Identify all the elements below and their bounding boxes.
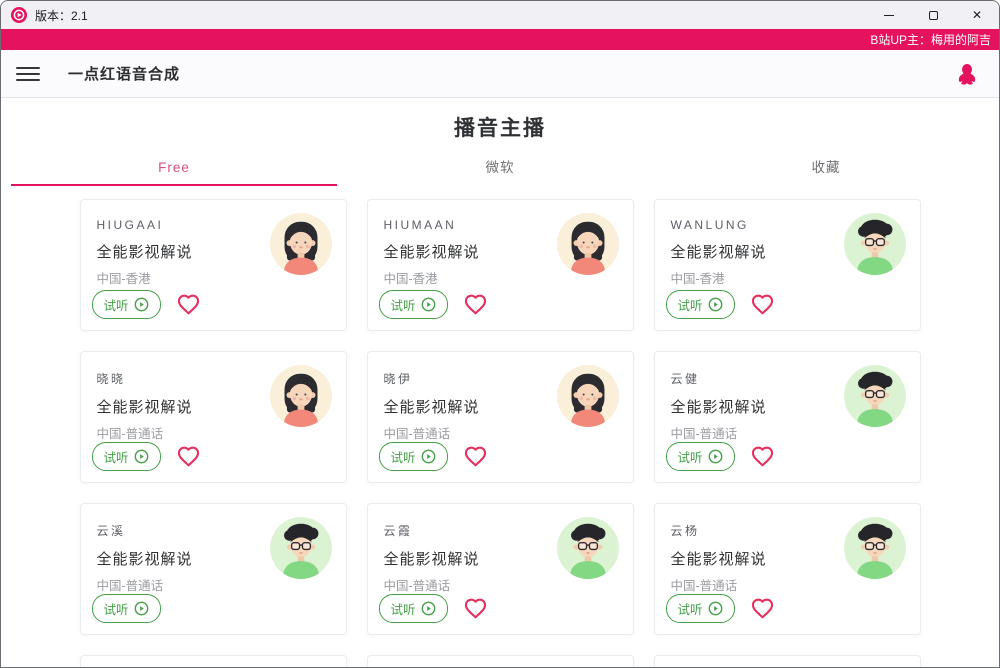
voice-card-8: 云杨 全能影视解说 中国-普通话 试听 bbox=[653, 503, 921, 635]
card-actions: 试听 bbox=[378, 442, 487, 471]
active-tab-underline bbox=[11, 183, 337, 186]
male-avatar bbox=[269, 517, 332, 579]
male-avatar bbox=[843, 213, 906, 275]
listen-button-label: 试听 bbox=[103, 299, 129, 313]
female-avatar bbox=[556, 365, 619, 427]
female-avatar bbox=[269, 213, 332, 275]
listen-button-label: 试听 bbox=[103, 451, 129, 465]
version-label: 版本：2.1 bbox=[35, 8, 88, 23]
menu-icon[interactable] bbox=[16, 66, 40, 81]
favorite-heart-icon[interactable] bbox=[751, 294, 774, 315]
listen-button[interactable]: 试听 bbox=[91, 290, 161, 319]
listen-button[interactable]: 试听 bbox=[665, 594, 735, 623]
voice-card-4: 晓伊 全能影视解说 中国-普通话 试听 bbox=[366, 351, 634, 483]
voice-card-grid-next-row bbox=[79, 655, 921, 667]
favorite-heart-icon[interactable] bbox=[177, 294, 200, 315]
play-icon bbox=[708, 297, 722, 312]
female-avatar bbox=[269, 365, 332, 427]
tab-microsoft[interactable]: 微软 bbox=[337, 154, 663, 186]
play-icon bbox=[421, 601, 435, 616]
close-button[interactable]: ✕ bbox=[955, 1, 999, 29]
main-content: 播音主播 Free 微软 收藏 HIUGAAI 全能影视解说 中国-香港 试听 bbox=[1, 98, 999, 667]
listen-button-label: 试听 bbox=[103, 603, 129, 617]
play-icon bbox=[708, 601, 722, 616]
listen-button-label: 试听 bbox=[677, 299, 703, 313]
listen-button[interactable]: 试听 bbox=[91, 594, 161, 623]
minimize-button[interactable] bbox=[867, 1, 911, 29]
listen-button-label: 试听 bbox=[390, 451, 416, 465]
uploader-banner: B站UP主：梅用的阿吉 bbox=[1, 29, 999, 50]
play-icon bbox=[421, 297, 435, 312]
qq-penguin-icon[interactable] bbox=[957, 63, 977, 85]
app-title: 一点红语音合成 bbox=[68, 66, 181, 83]
listen-button[interactable]: 试听 bbox=[91, 442, 161, 471]
listen-button[interactable]: 试听 bbox=[378, 594, 448, 623]
uploader-banner-text: B站UP主：梅用的阿吉 bbox=[870, 33, 991, 47]
titlebar: 版本：2.1 ✕ bbox=[1, 1, 999, 29]
card-actions: 试听 bbox=[91, 290, 200, 319]
male-avatar bbox=[556, 517, 619, 579]
listen-button-label: 试听 bbox=[390, 299, 416, 313]
card-actions: 试听 bbox=[91, 594, 161, 623]
voice-card-partial-1 bbox=[366, 655, 634, 667]
maximize-button[interactable] bbox=[911, 1, 955, 29]
play-icon bbox=[134, 601, 148, 616]
voice-card-grid: HIUGAAI 全能影视解说 中国-香港 试听 HIUMAAN 全能影视解说 中… bbox=[79, 199, 921, 635]
male-avatar bbox=[843, 365, 906, 427]
listen-button[interactable]: 试听 bbox=[665, 442, 735, 471]
card-actions: 试听 bbox=[91, 442, 200, 471]
card-actions: 试听 bbox=[665, 594, 774, 623]
voice-card-partial-0 bbox=[79, 655, 347, 667]
app-toolbar: 一点红语音合成 bbox=[1, 50, 999, 98]
listen-button-label: 试听 bbox=[677, 603, 703, 617]
card-actions: 试听 bbox=[378, 594, 487, 623]
play-icon bbox=[421, 449, 435, 464]
card-actions: 试听 bbox=[378, 290, 487, 319]
favorite-heart-icon[interactable] bbox=[464, 598, 487, 619]
favorite-heart-icon[interactable] bbox=[751, 598, 774, 619]
play-icon bbox=[134, 449, 148, 464]
favorite-heart-icon[interactable] bbox=[751, 446, 774, 467]
favorite-heart-icon[interactable] bbox=[177, 446, 200, 467]
play-icon bbox=[708, 449, 722, 464]
voice-card-7: 云霞 全能影视解说 中国-普通话 试听 bbox=[366, 503, 634, 635]
card-actions: 试听 bbox=[665, 290, 774, 319]
listen-button[interactable]: 试听 bbox=[665, 290, 735, 319]
voice-card-5: 云健 全能影视解说 中国-普通话 试听 bbox=[653, 351, 921, 483]
app-logo-icon bbox=[11, 7, 27, 23]
voice-card-partial-2 bbox=[653, 655, 921, 667]
voice-card-2: WANLUNG 全能影视解说 中国-香港 试听 bbox=[653, 199, 921, 331]
tab-free[interactable]: Free bbox=[11, 154, 337, 186]
voice-card-6: 云溪 全能影视解说 中国-普通话 试听 bbox=[79, 503, 347, 635]
tab-bar: Free 微软 收藏 bbox=[11, 154, 989, 186]
voice-card-3: 晓晓 全能影视解说 中国-普通话 试听 bbox=[79, 351, 347, 483]
favorite-heart-icon[interactable] bbox=[464, 446, 487, 467]
listen-button-label: 试听 bbox=[677, 451, 703, 465]
tab-favorites[interactable]: 收藏 bbox=[663, 154, 989, 186]
listen-button[interactable]: 试听 bbox=[378, 290, 448, 319]
listen-button-label: 试听 bbox=[390, 603, 416, 617]
app-window: 版本：2.1 ✕ B站UP主：梅用的阿吉 一点红语音合成 播音主播 Free 微… bbox=[0, 0, 1000, 668]
page-title: 播音主播 bbox=[454, 117, 546, 140]
favorite-heart-icon[interactable] bbox=[464, 294, 487, 315]
voice-card-0: HIUGAAI 全能影视解说 中国-香港 试听 bbox=[79, 199, 347, 331]
card-actions: 试听 bbox=[665, 442, 774, 471]
listen-button[interactable]: 试听 bbox=[378, 442, 448, 471]
female-avatar bbox=[556, 213, 619, 275]
play-icon bbox=[134, 297, 148, 312]
male-avatar bbox=[843, 517, 906, 579]
voice-card-1: HIUMAAN 全能影视解说 中国-香港 试听 bbox=[366, 199, 634, 331]
